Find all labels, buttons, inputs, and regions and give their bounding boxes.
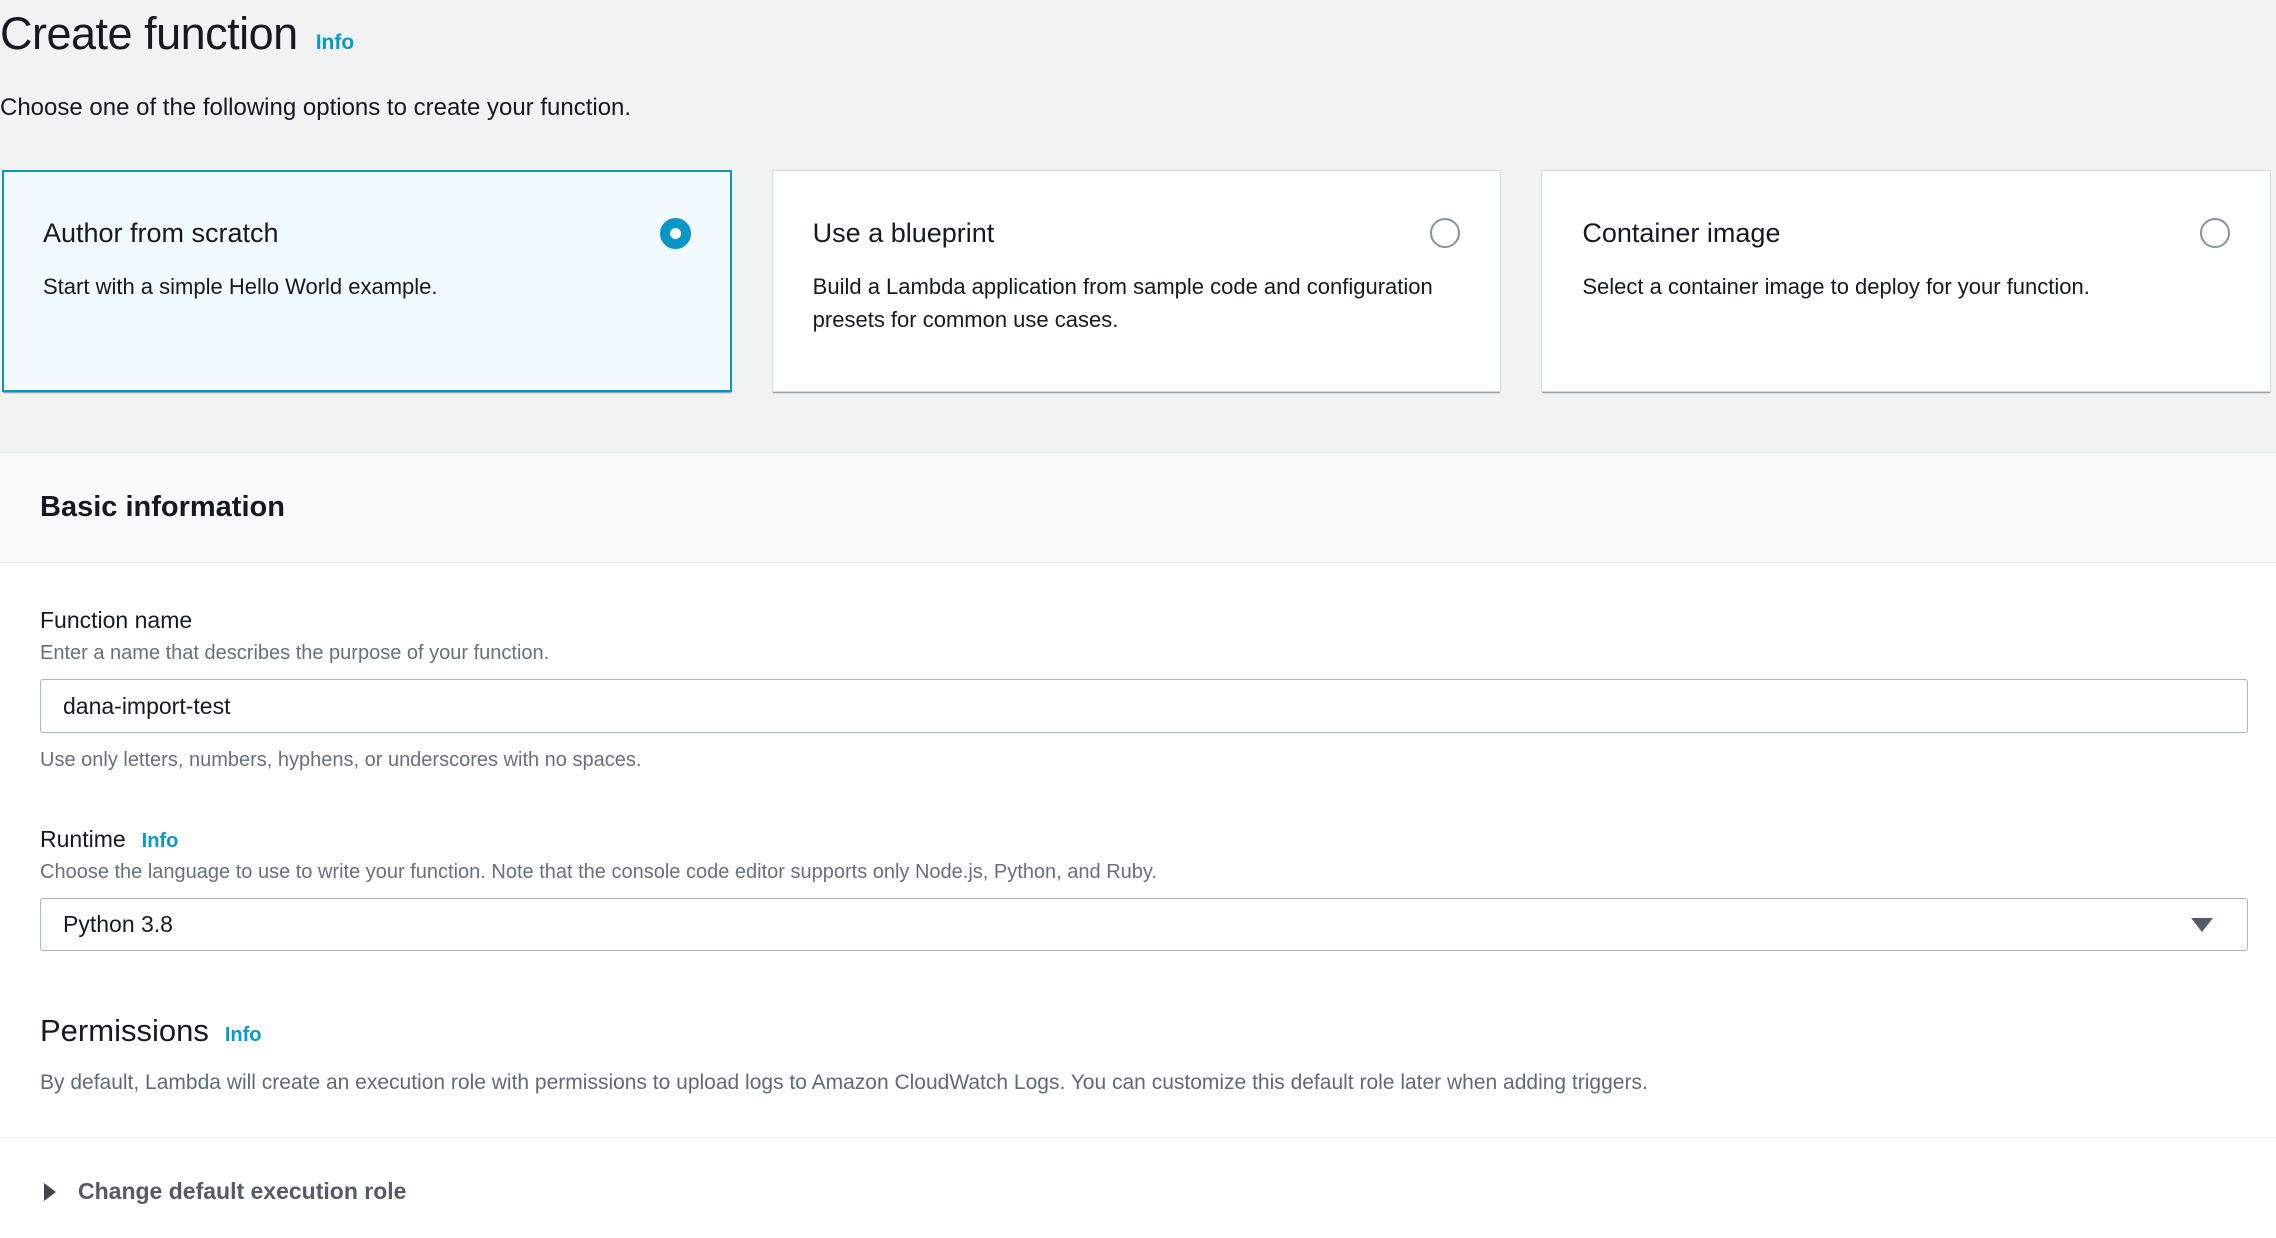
chevron-down-icon bbox=[2191, 918, 2213, 932]
runtime-select[interactable]: Python 3.8 bbox=[40, 898, 2248, 951]
page-title-row: Create function Info bbox=[0, 6, 2248, 62]
radio-unselected-icon[interactable] bbox=[2200, 218, 2230, 248]
basic-information-heading: Basic information bbox=[40, 491, 285, 523]
basic-information-panel: Basic information Function name Enter a … bbox=[0, 452, 2276, 1238]
function-name-constraint: Use only letters, numbers, hyphens, or u… bbox=[40, 749, 2248, 772]
card-description: Start with a simple Hello World example. bbox=[43, 270, 691, 303]
card-title-row: Author from scratch bbox=[43, 217, 691, 249]
runtime-group: Runtime Info Choose the language to use … bbox=[40, 826, 2248, 951]
function-name-description: Enter a name that describes the purpose … bbox=[40, 642, 2248, 665]
card-title: Author from scratch bbox=[43, 217, 279, 249]
card-title: Use a blueprint bbox=[813, 217, 995, 249]
function-name-input[interactable] bbox=[40, 679, 2248, 733]
runtime-label-row: Runtime Info bbox=[40, 826, 2248, 853]
page-header: Create function Info Choose one of the f… bbox=[0, 0, 2276, 122]
runtime-selected-value: Python 3.8 bbox=[63, 911, 173, 938]
radio-unselected-icon[interactable] bbox=[1430, 218, 1460, 248]
permissions-heading-row: Permissions Info bbox=[40, 1013, 2248, 1049]
basic-information-body: Function name Enter a name that describe… bbox=[0, 563, 2276, 1238]
create-function-page: Create function Info Choose one of the f… bbox=[0, 0, 2276, 1238]
permissions-group: Permissions Info By default, Lambda will… bbox=[40, 1013, 2248, 1095]
page-title: Create function bbox=[0, 6, 298, 62]
card-title: Container image bbox=[1582, 217, 1780, 249]
basic-information-header: Basic information bbox=[0, 453, 2276, 563]
option-card-author-from-scratch[interactable]: Author from scratch Start with a simple … bbox=[2, 170, 732, 392]
function-name-label: Function name bbox=[40, 607, 2248, 634]
card-description: Select a container image to deploy for y… bbox=[1582, 270, 2230, 303]
runtime-label: Runtime bbox=[40, 826, 126, 853]
radio-selected-icon[interactable] bbox=[660, 218, 691, 249]
expander-label: Change default execution role bbox=[78, 1178, 406, 1205]
card-title-row: Container image bbox=[1582, 217, 2230, 249]
change-default-execution-role-expander[interactable]: Change default execution role bbox=[40, 1138, 2248, 1238]
permissions-description: By default, Lambda will create an execut… bbox=[40, 1071, 2248, 1095]
permissions-heading: Permissions bbox=[40, 1013, 209, 1049]
page-title-info-link[interactable]: Info bbox=[316, 31, 354, 55]
card-description: Build a Lambda application from sample c… bbox=[813, 270, 1461, 336]
card-title-row: Use a blueprint bbox=[813, 217, 1461, 249]
permissions-info-link[interactable]: Info bbox=[225, 1024, 262, 1047]
function-name-group: Function name Enter a name that describe… bbox=[40, 607, 2248, 772]
runtime-description: Choose the language to use to write your… bbox=[40, 861, 2248, 884]
caret-right-icon bbox=[44, 1183, 56, 1201]
creation-option-cards: Author from scratch Start with a simple … bbox=[2, 170, 2271, 392]
option-card-use-a-blueprint[interactable]: Use a blueprint Build a Lambda applicati… bbox=[772, 170, 1502, 392]
option-card-container-image[interactable]: Container image Select a container image… bbox=[1541, 170, 2271, 392]
runtime-info-link[interactable]: Info bbox=[142, 830, 179, 853]
page-subtitle: Choose one of the following options to c… bbox=[0, 94, 2248, 122]
